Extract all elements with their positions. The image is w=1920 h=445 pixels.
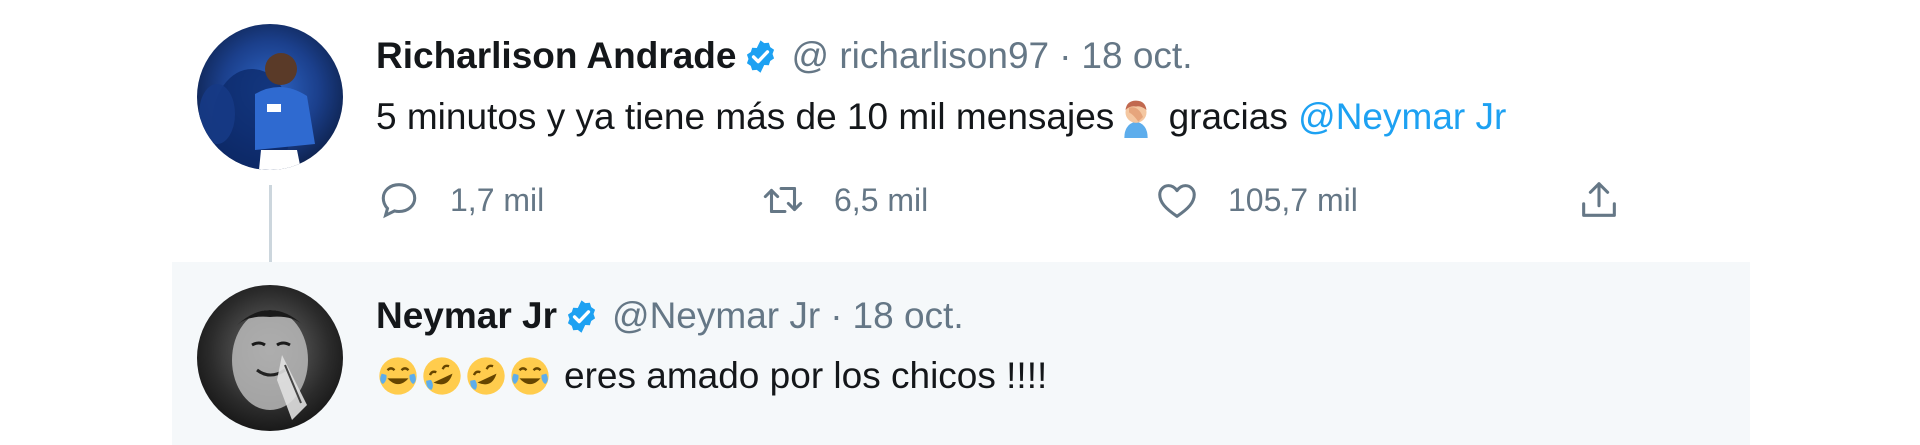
tweet-header: Richarlison Andrade @ richarlison97 · 18… [376,34,1193,78]
tweet-header: Neymar Jr @Neymar Jr · 18 oct. [376,294,964,338]
separator: · [830,295,843,336]
like-count: 105,7 mil [1228,181,1358,218]
retweet-button[interactable]: 6,5 mil [760,175,928,225]
reply-icon [381,183,417,219]
reply-button[interactable]: 1,7 mil [376,175,544,225]
avatar-neymar[interactable] [197,285,343,431]
verified-badge-icon [567,299,596,333]
share-icon [1582,182,1616,217]
retweet-count: 6,5 mil [834,181,929,218]
tweet-actions: 1,7 mil 6,5 mil 105,7 mil [376,175,1636,225]
tweet-date[interactable]: 18 oct. [853,294,964,338]
share-button[interactable] [1576,175,1622,225]
tears-of-joy-emoji [511,357,549,395]
face-palm-emoji [1124,100,1148,138]
verified-badge-icon [747,39,775,73]
avatar-photo [199,53,315,170]
heart-icon [1158,184,1196,218]
display-name[interactable]: Neymar Jr [376,294,557,338]
handle[interactable]: @ richarlison97 [791,34,1049,78]
tears-of-joy-emoji [379,357,417,395]
separator: · [1059,35,1072,76]
handle[interactable]: @Neymar Jr [612,294,820,338]
mention-link[interactable]: @Neymar Jr [1298,95,1506,139]
avatar-richarlison[interactable] [197,24,343,170]
reply-count: 1,7 mil [450,181,545,218]
tweet-text-main: eres amado por los chicos !!!! [564,355,1048,396]
tweet-text: 5 minutos y ya tiene más de 10 mil mensa… [376,95,1506,139]
retweet-icon [763,186,803,214]
avatar-photo [232,310,308,420]
tweet-text: eres amado por los chicos !!!! [376,354,1047,398]
rofl-emoji [423,357,461,395]
display-name[interactable]: Richarlison Andrade [376,34,736,78]
thread-connector-line [269,185,272,271]
rofl-emoji [467,357,505,395]
tweet-text-after: gracias [1158,96,1299,137]
tweet-richarlison[interactable]: Richarlison Andrade @ richarlison97 · 18… [0,0,1920,262]
tweet-date[interactable]: 18 oct. [1081,34,1192,78]
like-button[interactable]: 105,7 mil [1154,175,1358,225]
tweet-neymar-reply[interactable]: Neymar Jr @Neymar Jr · 18 oct. eres amad… [0,262,1920,445]
tweet-text-main: 5 minutos y ya tiene más de 10 mil mensa… [376,96,1115,137]
